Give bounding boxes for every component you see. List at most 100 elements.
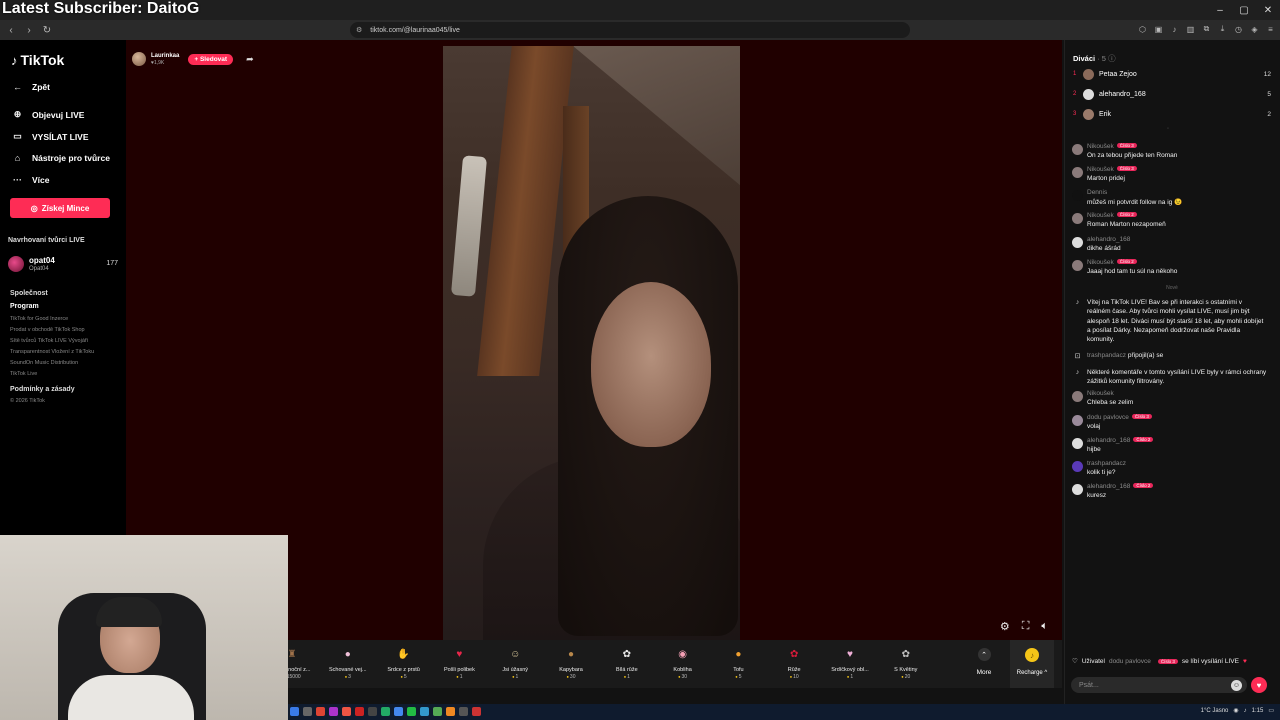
- fullscreen-icon[interactable]: ⛶: [1022, 620, 1030, 633]
- app-icon[interactable]: [433, 707, 442, 716]
- clock[interactable]: 1:15: [1252, 708, 1264, 714]
- extension-icon[interactable]: ⬡: [1137, 22, 1148, 36]
- footer-link[interactable]: Transparentnost Vložení z TikToku: [10, 349, 94, 355]
- app-icon[interactable]: [446, 707, 455, 716]
- app-icon[interactable]: [381, 707, 390, 716]
- screenshot-icon[interactable]: ▣: [1153, 22, 1164, 36]
- emoji-icon[interactable]: ☺: [1231, 680, 1242, 691]
- host-name[interactable]: Laurinkaa: [151, 53, 179, 60]
- top-viewer-row[interactable]: 1 Petaa Zejoo 12: [1073, 68, 1271, 80]
- chat-username[interactable]: Nikoušek Číslo 3: [1087, 166, 1137, 173]
- app-icon[interactable]: [316, 707, 325, 716]
- sidebar-item-back[interactable]: ← Zpět: [12, 82, 50, 92]
- avatar[interactable]: [1072, 461, 1083, 472]
- gift-item[interactable]: ✿ Bílá růže1: [599, 646, 655, 681]
- gift-item[interactable]: ♥ Srdíčkový obl...1: [822, 646, 878, 681]
- minimize-icon[interactable]: –: [1208, 0, 1232, 20]
- tabs-icon[interactable]: ⧉: [1201, 22, 1212, 36]
- app-icon[interactable]: [303, 707, 312, 716]
- recharge-button[interactable]: ♪ Recharge ^: [1010, 640, 1054, 688]
- chat-username[interactable]: alehandro_168 Číslo 2: [1087, 437, 1154, 444]
- app-icon[interactable]: [472, 707, 481, 716]
- avatar[interactable]: [1072, 237, 1083, 248]
- chat-username[interactable]: trashpandacz: [1087, 460, 1126, 467]
- gift-item[interactable]: ♥ Pošli polibek1: [431, 646, 487, 681]
- gift-item[interactable]: ✿ Růže10: [766, 646, 822, 681]
- tiktok-logo[interactable]: ♪ TikTok: [11, 52, 64, 68]
- app-icon[interactable]: [342, 707, 351, 716]
- gift-item[interactable]: ◉ Kobliha30: [655, 646, 711, 681]
- sidebar-item-creator-tools[interactable]: ⌂ Nástroje pro tvůrce: [12, 153, 110, 163]
- info-icon[interactable]: ⓘ: [1108, 54, 1116, 63]
- like-user[interactable]: dodu pavlovce: [1109, 658, 1151, 665]
- chat-username[interactable]: Nikoušek: [1087, 390, 1114, 397]
- avatar[interactable]: [1072, 213, 1083, 224]
- sidebar-item-explore-live[interactable]: ⊕ Objevuj LIVE: [12, 109, 85, 120]
- get-coins-button[interactable]: ◎ Získej Mince: [10, 198, 110, 218]
- chat-username[interactable]: Nikoušek Číslo 2: [1087, 259, 1137, 266]
- footer-link[interactable]: Prodat v obchodě TikTok Shop: [10, 327, 85, 333]
- footer-link[interactable]: TikTok for Good Inzerce: [10, 316, 68, 322]
- app-icon[interactable]: [290, 707, 299, 716]
- share-icon[interactable]: ➦: [246, 54, 254, 65]
- host-avatar[interactable]: [132, 52, 146, 66]
- sidebar-item-more[interactable]: ··· Více: [12, 175, 50, 185]
- reload-icon[interactable]: ↻: [40, 23, 54, 37]
- gift-item[interactable]: ● Kapybara30: [543, 646, 599, 681]
- company-link[interactable]: Společnost: [10, 290, 48, 297]
- live-video[interactable]: [443, 46, 740, 640]
- gift-item[interactable]: ● Schované vej...3: [320, 646, 376, 681]
- avatar[interactable]: [1072, 260, 1083, 271]
- app-icon[interactable]: [420, 707, 429, 716]
- sidebar-item-go-live[interactable]: ▭ VYSÍLAT LIVE: [12, 131, 88, 142]
- footer-link[interactable]: TikTok Live: [10, 371, 37, 377]
- chat-username[interactable]: alehandro_168: [1087, 236, 1130, 243]
- settings-gear-icon[interactable]: ⚙: [1000, 620, 1010, 633]
- download-icon[interactable]: ⤓: [1217, 22, 1228, 36]
- send-heart-button[interactable]: ♥: [1251, 677, 1267, 693]
- top-viewer-row[interactable]: 3 Erik 2: [1073, 108, 1271, 120]
- more-gifts-button[interactable]: ⌃ More: [974, 648, 994, 676]
- notification-icon[interactable]: ▭: [1268, 707, 1274, 714]
- music-icon[interactable]: ♪: [1169, 22, 1180, 36]
- suggested-creator[interactable]: opat04 Opat04 177: [8, 255, 120, 277]
- footer-link[interactable]: SoundOn Music Distribution: [10, 360, 78, 366]
- chat-username[interactable]: dodu pavlovce Číslo 3: [1087, 414, 1152, 421]
- site-info-icon[interactable]: ⚙: [356, 26, 362, 34]
- menu-icon[interactable]: ≡: [1265, 22, 1276, 36]
- maximize-icon[interactable]: ▢: [1232, 0, 1256, 20]
- chat-username[interactable]: Nikoušek Číslo 2: [1087, 212, 1137, 219]
- app-icon[interactable]: [355, 707, 364, 716]
- gift-item[interactable]: ✋ Srdce z prstů5: [376, 646, 432, 681]
- sidebar-icon[interactable]: ▥: [1185, 22, 1196, 36]
- avatar[interactable]: [1072, 190, 1083, 201]
- wifi-icon[interactable]: ◉: [1233, 707, 1238, 714]
- avatar[interactable]: [1072, 391, 1083, 402]
- wallet-icon[interactable]: ◈: [1249, 22, 1260, 36]
- avatar[interactable]: [1072, 484, 1083, 495]
- gift-item[interactable]: ☺ Jsi úžasný1: [487, 646, 543, 681]
- volume-icon[interactable]: 🔈︎: [1041, 620, 1048, 633]
- volume-icon[interactable]: ♪: [1244, 708, 1247, 714]
- app-icon[interactable]: [407, 707, 416, 716]
- avatar[interactable]: [1072, 167, 1083, 178]
- address-bar[interactable]: ⚙ tiktok.com/@laurinaa045/live: [350, 22, 910, 38]
- chat-username[interactable]: alehandro_168 Číslo 2: [1087, 483, 1154, 490]
- avatar[interactable]: [1072, 415, 1083, 426]
- app-icon[interactable]: [329, 707, 338, 716]
- terms-link[interactable]: Podmínky a zásady: [10, 386, 75, 393]
- footer-link[interactable]: Sítě tvůrců TikTok LIVE Vývojáři: [10, 338, 88, 344]
- chat-username[interactable]: Nikoušek Číslo 3: [1087, 143, 1137, 150]
- chat-input[interactable]: Psát...: [1071, 677, 1247, 693]
- app-icon[interactable]: [368, 707, 377, 716]
- avatar[interactable]: [1072, 144, 1083, 155]
- back-arrow-icon[interactable]: ‹: [4, 23, 18, 37]
- avatar[interactable]: [1072, 438, 1083, 449]
- app-icon[interactable]: [394, 707, 403, 716]
- gift-item[interactable]: ✿ S Květiny20: [878, 646, 934, 681]
- forward-arrow-icon[interactable]: ›: [22, 23, 36, 37]
- close-icon[interactable]: ✕: [1256, 0, 1280, 20]
- app-icon[interactable]: [459, 707, 468, 716]
- weather-text[interactable]: 1°C Jasno: [1201, 708, 1229, 714]
- top-viewer-row[interactable]: 2 alehandro_168 5: [1073, 88, 1271, 100]
